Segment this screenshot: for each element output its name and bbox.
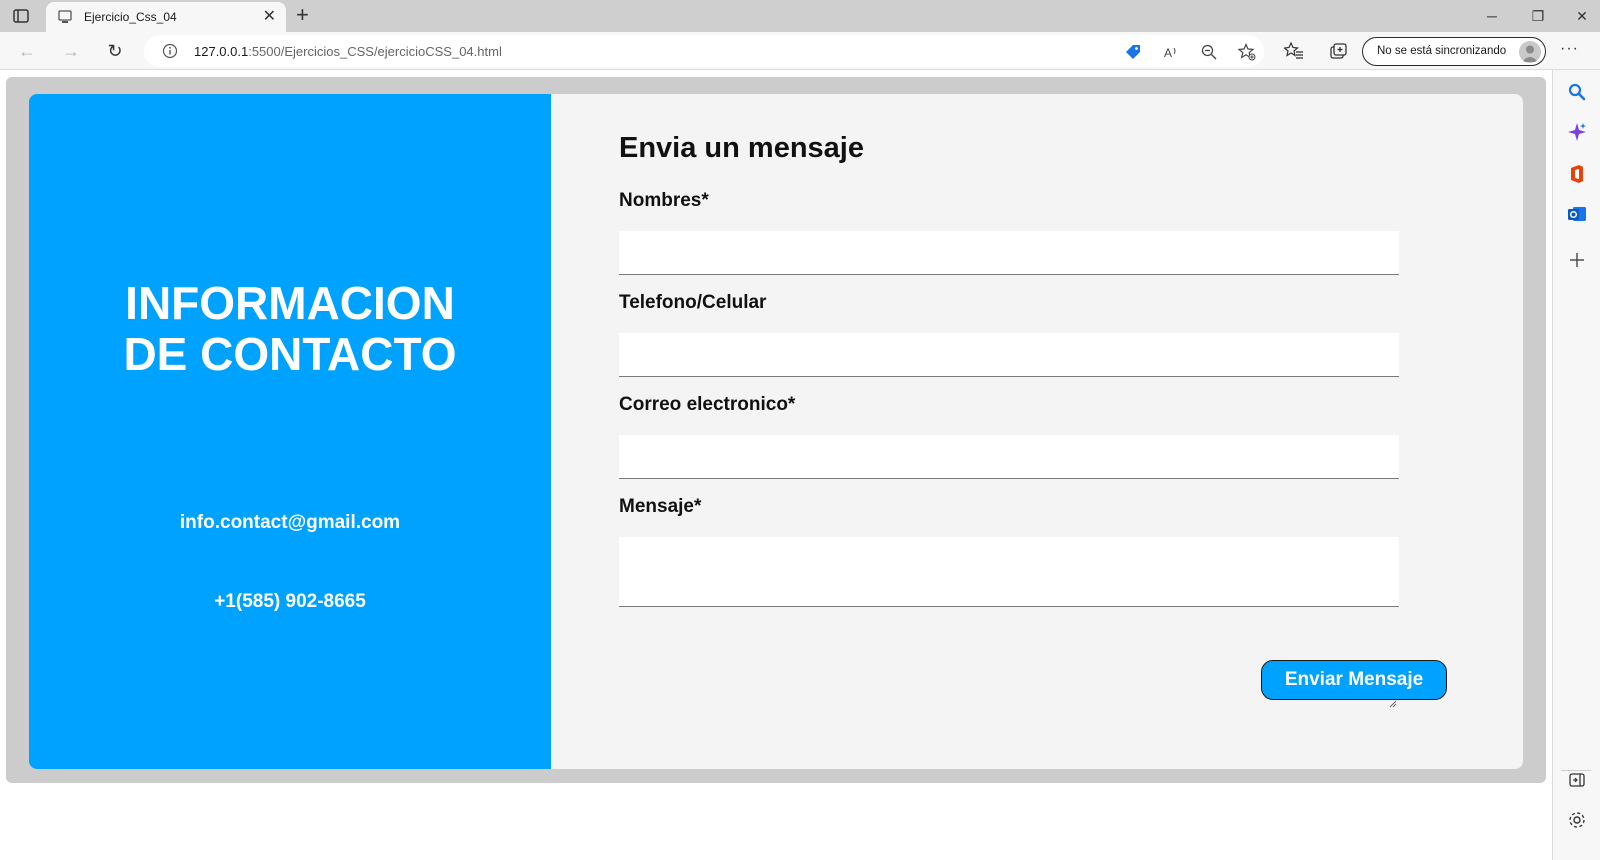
site-info-icon[interactable] [162, 43, 178, 59]
tab-title: Ejercicio_Css_04 [84, 10, 177, 24]
active-tab[interactable]: Ejercicio_Css_04 ✕ [46, 2, 286, 32]
sync-profile-button[interactable]: No se está sincronizando [1362, 37, 1546, 66]
outlook-icon[interactable] [1567, 204, 1587, 224]
name-input[interactable] [619, 231, 1399, 275]
tab-actions-icon[interactable] [12, 7, 30, 25]
settings-more-icon[interactable]: ··· [1560, 40, 1579, 58]
email-label: Correo electronico* [619, 394, 796, 415]
address-bar: ← → ↻ 127.0.0.1:5500/Ejercicios_CSS/ejer… [0, 32, 1600, 70]
hide-sidebar-icon[interactable] [1567, 770, 1587, 790]
message-textarea[interactable] [619, 537, 1399, 607]
back-icon[interactable]: ← [16, 40, 38, 62]
browser-sidebar [1552, 70, 1600, 860]
textarea-resize-handle-icon[interactable] [1389, 700, 1397, 708]
sidebar-settings-gear-icon[interactable] [1567, 810, 1587, 830]
tab-bar: Ejercicio_Css_04 ✕ + ─ ❐ ✕ [0, 0, 1600, 32]
contact-phone: +1(585) 902-8665 [214, 591, 366, 612]
read-aloud-icon[interactable]: A [1162, 43, 1180, 61]
close-tab-icon[interactable]: ✕ [263, 9, 276, 25]
page-container: INFORMACION DE CONTACTO info.contact@gma… [6, 77, 1546, 783]
minimize-icon[interactable]: ─ [1482, 6, 1502, 26]
contact-info-panel: INFORMACION DE CONTACTO info.contact@gma… [29, 94, 551, 769]
search-icon[interactable] [1567, 82, 1587, 102]
refresh-icon[interactable]: ↻ [104, 40, 126, 62]
sync-status-label: No se está sincronizando [1377, 45, 1507, 57]
message-form: Envia un mensaje Nombres* Telefono/Celul… [551, 94, 1523, 769]
new-tab-icon[interactable]: + [296, 4, 309, 26]
email-input[interactable] [619, 435, 1399, 479]
add-sidebar-app-icon[interactable] [1567, 250, 1587, 270]
office-icon[interactable] [1567, 164, 1587, 184]
url-text: 127.0.0.1:5500/Ejercicios_CSS/ejercicioC… [194, 44, 502, 59]
add-favorite-icon[interactable] [1238, 43, 1256, 61]
contact-info-title: INFORMACION DE CONTACTO [123, 277, 457, 380]
page-favicon-icon [58, 10, 72, 23]
restore-icon[interactable]: ❐ [1528, 6, 1548, 26]
send-message-button[interactable]: Enviar Mensaje [1261, 660, 1447, 700]
profile-avatar-icon [1519, 41, 1541, 63]
zoom-out-icon[interactable] [1200, 43, 1218, 61]
favorites-icon[interactable] [1284, 41, 1304, 61]
form-title: Envia un mensaje [619, 132, 864, 164]
phone-label: Telefono/Celular [619, 292, 767, 313]
close-window-icon[interactable]: ✕ [1572, 6, 1592, 26]
contact-email: info.contact@gmail.com [179, 512, 401, 533]
shopping-tag-icon[interactable] [1124, 43, 1142, 61]
svg-text:A: A [1164, 46, 1172, 60]
message-label: Mensaje* [619, 496, 702, 517]
collections-icon[interactable] [1328, 41, 1348, 61]
copilot-sparkle-icon[interactable] [1567, 122, 1587, 142]
forward-icon[interactable]: → [60, 40, 82, 62]
url-field[interactable]: 127.0.0.1:5500/Ejercicios_CSS/ejercicioC… [144, 35, 1264, 67]
page-viewport: INFORMACION DE CONTACTO info.contact@gma… [0, 71, 1551, 860]
name-label: Nombres* [619, 190, 709, 211]
contact-card: INFORMACION DE CONTACTO info.contact@gma… [29, 94, 1523, 769]
phone-input[interactable] [619, 333, 1399, 377]
